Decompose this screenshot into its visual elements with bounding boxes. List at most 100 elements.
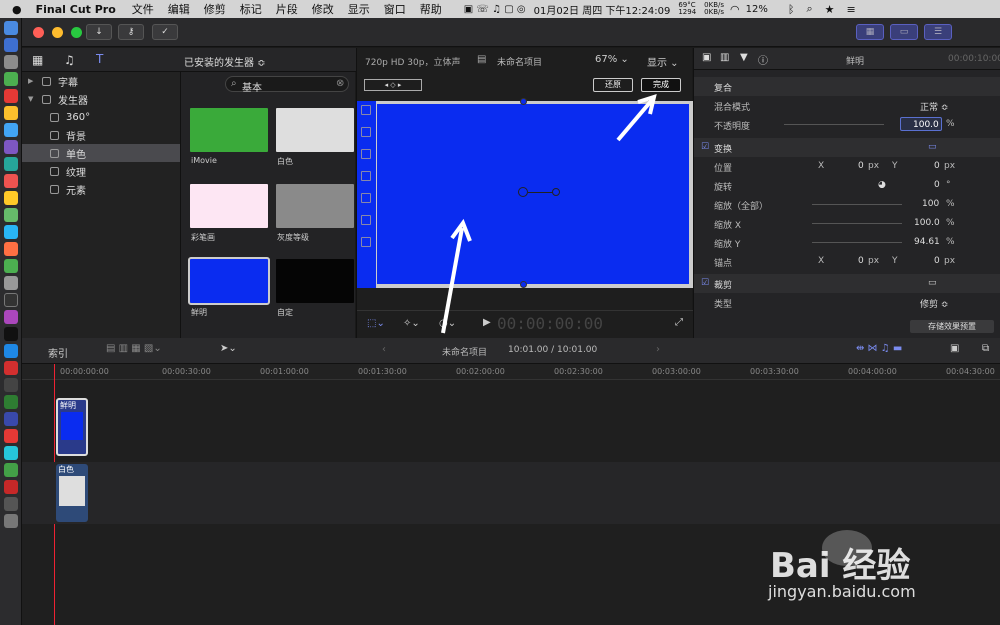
timecode-display[interactable]: 00:00:00:00 xyxy=(497,314,603,333)
menu-mark[interactable]: 标记 xyxy=(240,1,262,17)
trash-icon[interactable] xyxy=(3,514,18,528)
row-crop-type[interactable]: 类型 修剪 ≎ xyxy=(694,293,1000,312)
scale-slider[interactable] xyxy=(812,204,902,205)
generator-thumb-vivid[interactable] xyxy=(188,257,270,305)
status-icons[interactable]: ▣ ☏ ♫ ▢ ◎ xyxy=(464,4,526,15)
rotation-handle[interactable] xyxy=(552,188,560,196)
row-rotation[interactable]: 旋转 ◕ 0 ° xyxy=(694,176,1000,195)
opacity-slider[interactable] xyxy=(784,124,884,125)
row-scale-y[interactable]: 缩放 Y 94.61% xyxy=(694,233,1000,252)
back-icon[interactable]: ‹ xyxy=(382,344,386,355)
media-browser-icon[interactable]: ▦ xyxy=(32,53,43,67)
generators-header[interactable]: 已安装的发生器 ≎ xyxy=(184,54,266,69)
dock-app-icon[interactable] xyxy=(3,463,18,477)
top-handle[interactable] xyxy=(520,98,527,105)
app-menu[interactable]: Final Cut Pro xyxy=(36,3,116,16)
opacity-field[interactable]: 100.0 xyxy=(900,117,942,131)
enhance-icon[interactable]: ✧⌄ xyxy=(403,318,420,329)
apple-icon[interactable]: ● xyxy=(12,3,22,16)
menu-clip[interactable]: 片段 xyxy=(276,1,298,17)
dock-app-icon[interactable] xyxy=(3,225,18,239)
import-button[interactable]: ↓ xyxy=(86,24,112,40)
tree-item-textures[interactable]: 纹理 xyxy=(22,162,180,180)
video-inspector-icon[interactable]: ▣ xyxy=(702,52,711,63)
tree-item-elements[interactable]: 元素 xyxy=(22,180,180,198)
viewer-canvas[interactable] xyxy=(377,104,689,284)
clear-search-icon[interactable]: ⊗ xyxy=(336,78,344,89)
titles-generators-icon[interactable]: T xyxy=(96,52,103,66)
battery-percent[interactable]: 12% xyxy=(746,4,768,15)
generator-thumb-imovie[interactable] xyxy=(190,108,268,152)
row-position[interactable]: 位置 X 0 px Y 0 px xyxy=(694,157,1000,176)
clock[interactable]: 01月02日 周四 下午12:24:09 xyxy=(534,2,671,17)
tree-item-background[interactable]: 背景 xyxy=(22,126,180,144)
bottom-handle[interactable] xyxy=(520,281,527,288)
tree-item-solids[interactable]: 单色 xyxy=(22,144,180,162)
info-inspector-icon[interactable]: ⓘ xyxy=(758,52,768,67)
transform-tool-icon[interactable]: ⬚⌄ xyxy=(367,318,385,329)
search-menubar-icon[interactable]: ⌕ xyxy=(806,2,812,16)
dock-app-icon[interactable] xyxy=(3,327,18,341)
speed-icon[interactable]: ◔⌄ xyxy=(439,318,456,329)
save-effects-preset-button[interactable]: 存储效果预置 xyxy=(910,320,994,333)
timeline-clip-white[interactable]: 白色 xyxy=(56,464,88,522)
done-button[interactable]: 完成 xyxy=(641,78,681,92)
dock-app-icon[interactable] xyxy=(3,310,18,324)
background-tasks-button[interactable]: ✓ xyxy=(152,24,178,40)
section-crop[interactable]: ☑ 裁剪 ▭ xyxy=(694,274,1000,293)
menu-edit[interactable]: 编辑 xyxy=(168,1,190,17)
dock-app-icon[interactable] xyxy=(3,72,18,86)
dock-app-icon[interactable] xyxy=(3,361,18,375)
filter-inspector-icon[interactable]: ▼ xyxy=(740,52,748,63)
tree-item-titles[interactable]: ▶ 字幕 xyxy=(22,72,180,90)
show-browser-button[interactable]: ▦ xyxy=(856,24,884,40)
index-button[interactable]: 索引 xyxy=(48,345,68,360)
star-icon[interactable]: ★ xyxy=(825,3,835,16)
menu-help[interactable]: 帮助 xyxy=(420,1,442,17)
dock-app-icon[interactable] xyxy=(3,191,18,205)
timeline-clip-vivid[interactable]: 鲜明 xyxy=(56,398,88,456)
dock-app-icon[interactable] xyxy=(3,89,18,103)
dock-app-icon[interactable] xyxy=(3,157,18,171)
dock-app-icon[interactable] xyxy=(3,38,18,52)
menu-file[interactable]: 文件 xyxy=(132,1,154,17)
tree-item-generators[interactable]: ▼ 发生器 xyxy=(22,90,180,108)
tree-item-360[interactable]: 360° xyxy=(22,108,180,126)
select-tool-icon[interactable]: ➤⌄ xyxy=(220,343,237,354)
dock-app-icon[interactable] xyxy=(3,378,18,392)
bluetooth-icon[interactable]: ᛒ xyxy=(788,3,795,16)
dock-app-icon[interactable] xyxy=(3,497,18,511)
dock-app-icon[interactable] xyxy=(3,123,18,137)
row-scale-all[interactable]: 缩放（全部） 100% xyxy=(694,195,1000,214)
section-compositing[interactable]: 复合 xyxy=(694,77,1000,96)
keyframe-nav[interactable]: ◂ ◇ ▸ xyxy=(364,79,422,91)
dock-app-icon[interactable] xyxy=(3,259,18,273)
play-icon[interactable]: ▶ xyxy=(483,317,491,328)
show-inspector-button[interactable]: ☰ xyxy=(924,24,952,40)
dock-app-icon[interactable] xyxy=(3,429,18,443)
scale-y-slider[interactable] xyxy=(812,242,902,243)
revert-button[interactable]: 还原 xyxy=(593,78,633,92)
row-scale-x[interactable]: 缩放 X 100.0% xyxy=(694,214,1000,233)
generator-thumb-pastel[interactable] xyxy=(190,184,268,228)
transform-checkbox[interactable]: ☑ xyxy=(701,142,709,152)
section-transform[interactable]: ☑ 变换 ▭ xyxy=(694,138,1000,157)
dock-app-icon[interactable] xyxy=(3,140,18,154)
crop-type-select[interactable]: 修剪 ≎ xyxy=(920,297,948,310)
dock-app-icon[interactable] xyxy=(3,446,18,460)
row-anchor[interactable]: 锚点 X 0 px Y 0 px xyxy=(694,252,1000,271)
dock-app-icon[interactable] xyxy=(3,55,18,69)
menu-view[interactable]: 显示 xyxy=(348,1,370,17)
dock-app-icon[interactable] xyxy=(3,242,18,256)
dock-app-icon[interactable] xyxy=(3,412,18,426)
keywords-button[interactable]: ⚷ xyxy=(118,24,144,40)
generator-thumb-white[interactable] xyxy=(276,108,354,152)
generator-thumb-grayscale[interactable] xyxy=(276,184,354,228)
menu-trim[interactable]: 修剪 xyxy=(204,1,226,17)
forward-icon[interactable]: › xyxy=(656,344,660,355)
dock-app-icon[interactable] xyxy=(3,395,18,409)
dock-app-icon[interactable] xyxy=(3,106,18,120)
crop-onscreen-icon[interactable]: ▭ xyxy=(928,278,937,288)
transform-center-handle[interactable] xyxy=(518,187,528,197)
display-menu[interactable]: 显示 ⌄ xyxy=(647,54,679,69)
